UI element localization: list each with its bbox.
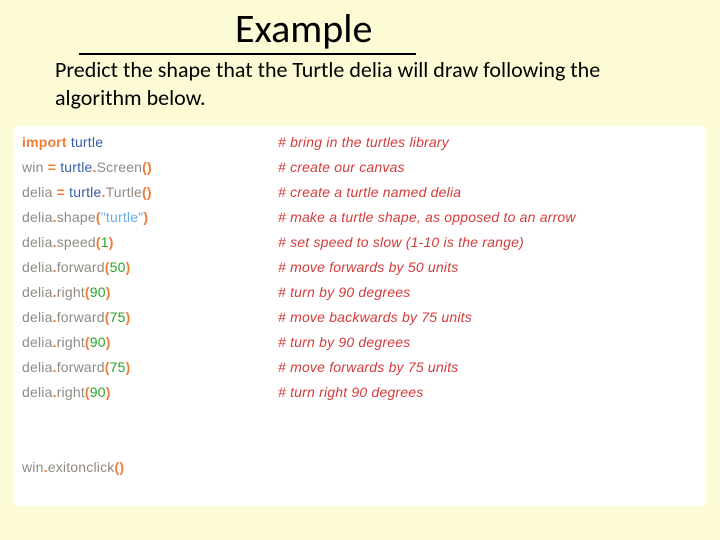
code-tokens: delia.shape("turtle") — [22, 209, 148, 225]
code-comment: # bring in the turtles library — [278, 130, 449, 155]
code-tokens: delia.forward(75) — [22, 359, 131, 375]
code-comment: # set speed to slow (1-10 is the range) — [278, 230, 524, 255]
code-tokens: delia.forward(75) — [22, 309, 131, 325]
slide-title: Example — [235, 4, 372, 53]
code-line: delia.forward(50) # move forwards by 50 u… — [22, 255, 706, 280]
code-line: delia.right(90) # turn by 90 degrees — [22, 280, 706, 305]
code-panel: import turtle # bring in the turtles libr… — [14, 126, 706, 506]
code-tokens: win = turtle.Screen() — [22, 159, 152, 175]
code-tokens: import turtle — [22, 134, 103, 150]
code-line: delia.speed(1) # set speed to slow (1-10 … — [22, 230, 706, 255]
code-line: delia.shape("turtle") # make a turtle sha… — [22, 205, 706, 230]
code-tokens: delia.forward(50) — [22, 259, 131, 275]
prompt-text: Predict the shape that the Turtle delia … — [55, 56, 615, 111]
code-tokens: delia.right(90) — [22, 384, 111, 400]
code-tokens: delia.right(90) — [22, 284, 111, 300]
code-line: delia.right(90) # turn right 90 degrees — [22, 380, 706, 405]
code-tokens: delia.right(90) — [22, 334, 111, 350]
code-comment: # move backwards by 75 units — [278, 305, 472, 330]
code-line: delia.right(90) # turn by 90 degrees — [22, 330, 706, 355]
slide: Example Predict the shape that the Turtl… — [0, 0, 720, 540]
code-comment: # move forwards by 50 units — [278, 255, 458, 280]
code-comment: # turn by 90 degrees — [278, 330, 410, 355]
blank-gap — [22, 405, 706, 455]
code-line: delia.forward(75) # move backwards by 75 … — [22, 305, 706, 330]
code-comment: # turn by 90 degrees — [278, 280, 410, 305]
code-comment: # create a turtle named delia — [278, 180, 461, 205]
code-tokens: delia = turtle.Turtle() — [22, 184, 152, 200]
code-comment: # create our canvas — [278, 155, 405, 180]
code-tokens: delia.speed(1) — [22, 234, 114, 250]
code-line: win = turtle.Screen() # create our canvas — [22, 155, 706, 180]
code-comment: # make a turtle shape, as opposed to an … — [278, 205, 576, 230]
code-line: delia = turtle.Turtle() # create a turtle… — [22, 180, 706, 205]
code-comment: # turn right 90 degrees — [278, 380, 423, 405]
code-line: win.exitonclick() — [22, 455, 706, 480]
code-comment: # move forwards by 75 units — [278, 355, 458, 380]
code-line: import turtle # bring in the turtles libr… — [22, 130, 706, 155]
title-underline — [79, 53, 416, 55]
code-line: delia.forward(75) # move forwards by 75 u… — [22, 355, 706, 380]
